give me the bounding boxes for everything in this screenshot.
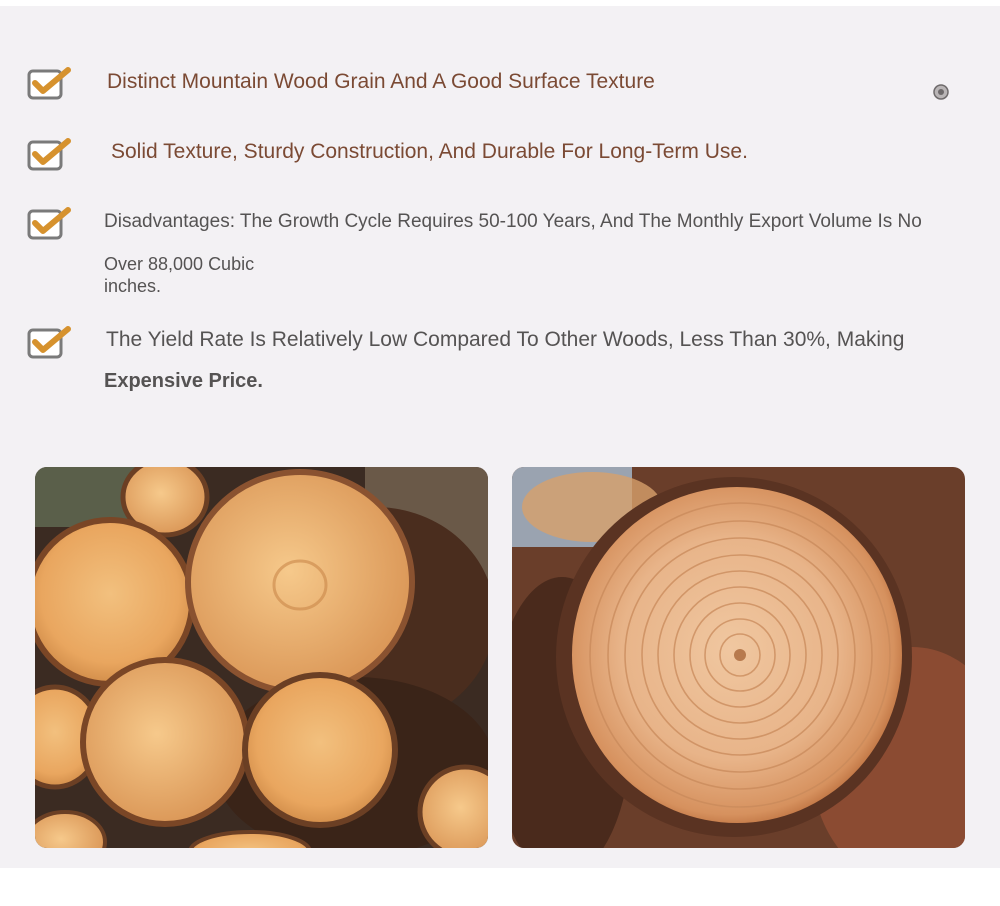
checkbox-checked-icon (26, 324, 72, 360)
feature-panel: Distinct Mountain Wood Grain And A Good … (0, 6, 1000, 868)
feature-text-1: Distinct Mountain Wood Grain And A Good … (107, 70, 655, 93)
feature-text-4: The Yield Rate Is Relatively Low Compare… (106, 328, 905, 351)
log-cross-section-photo (512, 467, 965, 848)
feature-text-3-continuation: Over 88,000 Cubic inches. (104, 254, 255, 296)
stacked-logs-photo (35, 467, 488, 848)
feature-text-3: Disadvantages: The Growth Cycle Requires… (104, 211, 922, 232)
checkbox-checked-icon (26, 136, 72, 172)
feature-text-4-continuation: Expensive Price. (104, 370, 263, 392)
cursor-icon (932, 83, 950, 106)
checkbox-checked-icon (26, 205, 72, 241)
checkbox-checked-icon (26, 65, 72, 101)
feature-text-2: Solid Texture, Sturdy Construction, And … (111, 140, 748, 163)
